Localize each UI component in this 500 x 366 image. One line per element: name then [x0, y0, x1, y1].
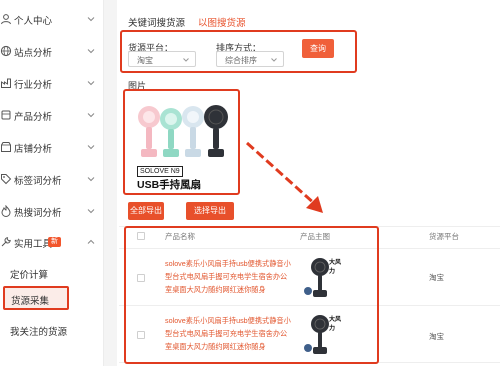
platform-cell: 淘宝	[429, 273, 444, 282]
chevron-down-icon	[87, 17, 95, 22]
tab-image-search[interactable]: 以图搜货源	[198, 15, 246, 29]
sidebar-subitem-label: 货源采集	[11, 296, 50, 307]
product-title: USB手持風扇	[137, 179, 202, 191]
sidebar-item-site-analysis[interactable]: 站点分析	[0, 40, 104, 62]
chevron-down-icon	[87, 49, 95, 54]
export-all-button[interactable]: 全部导出	[128, 202, 164, 220]
sort-value: 综合排序	[225, 56, 257, 65]
tools-icon	[1, 237, 11, 247]
hot-search-icon	[1, 205, 11, 217]
industry-icon	[1, 78, 11, 88]
chevron-down-icon	[87, 81, 95, 86]
tag-icon	[1, 174, 12, 185]
sidebar-item-personal-center[interactable]: 个人中心	[0, 8, 104, 30]
chevron-down-icon	[87, 113, 95, 118]
search-button[interactable]: 查询	[302, 39, 334, 58]
sidebar-subitem-pricing[interactable]: 定价计算	[10, 267, 48, 281]
sidebar-item-tools[interactable]: 实用工具 新	[0, 231, 104, 253]
sidebar-item-label: 产品分析	[14, 112, 53, 123]
fan-product-image	[138, 105, 228, 157]
export-selected-button[interactable]: 选择导出	[186, 202, 234, 220]
chevron-down-icon	[87, 177, 95, 182]
fan-light-blue	[182, 106, 204, 157]
sidebar-item-label: 热搜词分析	[14, 208, 62, 219]
sidebar: 个人中心 站点分析 行业分析 产品分析 店铺分析 标签词分析 热搜词分析 实用工…	[0, 0, 104, 366]
fan-pink	[138, 106, 160, 157]
sidebar-item-shop-analysis[interactable]: 店铺分析	[0, 136, 104, 158]
sidebar-item-hot-search-analysis[interactable]: 热搜词分析	[0, 200, 104, 222]
globe-icon	[0, 45, 12, 57]
column-header-platform: 货源平台	[429, 232, 459, 241]
chevron-up-icon	[87, 239, 95, 244]
product-icon	[1, 110, 11, 120]
shop-icon	[1, 142, 11, 152]
fan-mint	[160, 108, 182, 157]
sidebar-item-label: 个人中心	[14, 16, 53, 27]
source-platform-select[interactable]: 淘宝	[128, 51, 196, 67]
sidebar-item-label: 店铺分析	[14, 144, 53, 155]
chevron-down-icon	[271, 58, 277, 62]
chevron-down-icon	[87, 209, 95, 214]
tab-keyword-search[interactable]: 关键词搜货源	[128, 15, 185, 29]
sidebar-item-label: 行业分析	[14, 80, 53, 91]
chevron-down-icon	[87, 145, 95, 150]
sort-select[interactable]: 综合排序	[216, 51, 284, 67]
brand-label: SOLOVE N9	[137, 166, 183, 177]
sidebar-item-tag-analysis[interactable]: 标签词分析	[0, 168, 104, 190]
sidebar-subitem-source-collection[interactable]: 货源采集	[3, 286, 69, 310]
new-badge: 新	[48, 237, 61, 247]
sidebar-subitem-followed-sources[interactable]: 我关注的货源	[10, 324, 67, 338]
chevron-down-icon	[183, 58, 189, 62]
results-highlight-box	[124, 226, 379, 364]
user-icon	[1, 14, 11, 25]
sidebar-item-product-analysis[interactable]: 产品分析	[0, 104, 104, 126]
sidebar-item-industry-analysis[interactable]: 行业分析	[0, 72, 104, 94]
sidebar-item-label: 站点分析	[14, 48, 53, 59]
fan-black	[204, 105, 228, 157]
source-platform-value: 淘宝	[137, 56, 153, 65]
platform-cell: 淘宝	[429, 332, 444, 341]
sidebar-item-label: 标签词分析	[14, 176, 62, 187]
sidebar-item-label: 实用工具	[14, 239, 53, 250]
uploaded-image[interactable]: SOLOVE N9 USB手持風扇	[123, 89, 240, 195]
